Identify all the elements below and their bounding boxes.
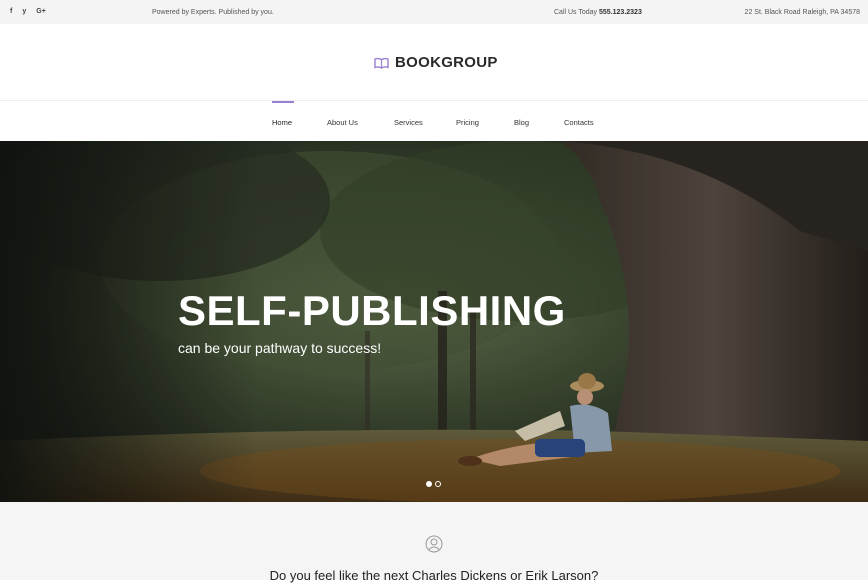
phone-label: Call Us Today [554, 9, 598, 16]
logo-text: BOOKGROUP [395, 54, 498, 71]
address: 22 St. Black Road Raleigh, PA 34578 [744, 9, 860, 16]
hero-subtitle: can be your pathway to success! [178, 340, 382, 356]
active-nav-indicator [272, 101, 294, 103]
hero-title: SELF-PUBLISHING [178, 287, 566, 334]
main-nav: Home About Us Services Pricing Blog Cont… [0, 100, 868, 141]
intro-section: Do you feel like the next Charles Dicken… [0, 502, 868, 583]
nav-item-about-us[interactable]: About Us [327, 118, 358, 127]
nav-item-home[interactable]: Home [272, 118, 292, 127]
site-logo[interactable]: BOOKGROUP [374, 54, 498, 71]
slider-dot-1[interactable] [426, 481, 432, 487]
social-links: f y G+ [10, 8, 46, 15]
user-circle-icon [425, 535, 443, 558]
twitter-icon[interactable]: y [22, 8, 26, 15]
slider-dot-2[interactable] [435, 481, 441, 487]
phone-number[interactable]: 555.123.2323 [599, 9, 642, 16]
google-plus-icon[interactable]: G+ [36, 8, 46, 15]
nav-item-services[interactable]: Services [394, 118, 423, 127]
hero-slider: SELF-PUBLISHING can be your pathway to s… [0, 141, 868, 502]
slider-pagination [426, 481, 441, 487]
site-header: BOOKGROUP [0, 24, 868, 100]
phone-info: Call Us Today 555.123.2323 [554, 9, 642, 16]
nav-item-pricing[interactable]: Pricing [456, 118, 479, 127]
nav-item-blog[interactable]: Blog [514, 118, 529, 127]
facebook-icon[interactable]: f [10, 8, 12, 15]
section-question: Do you feel like the next Charles Dicken… [269, 568, 599, 583]
nav-item-contacts[interactable]: Contacts [564, 118, 594, 127]
top-bar: f y G+ Powered by Experts. Published by … [0, 0, 868, 24]
open-book-icon [374, 57, 389, 69]
tagline: Powered by Experts. Published by you. [152, 9, 274, 16]
